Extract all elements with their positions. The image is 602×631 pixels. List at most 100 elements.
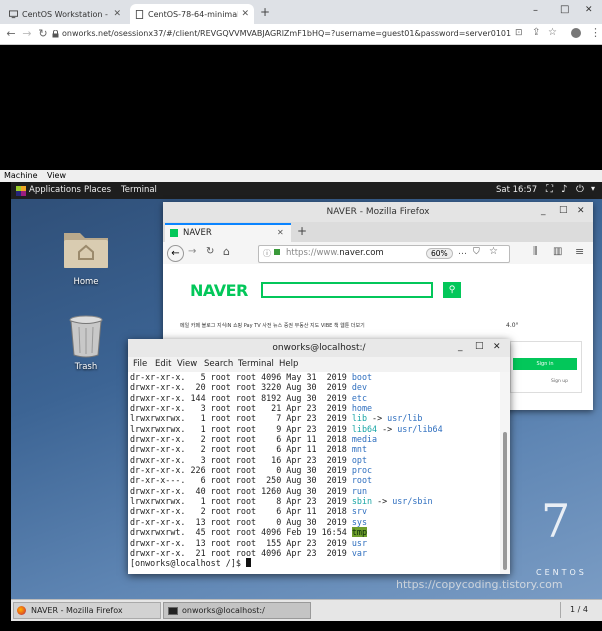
terminal-menu-search[interactable]: Search bbox=[204, 359, 233, 369]
nav-item[interactable]: TV bbox=[254, 323, 260, 329]
url-bar[interactable]: onworks.net/osessionx37/#/client/REVGQVV… bbox=[62, 29, 511, 38]
nav-item[interactable]: VIBE bbox=[321, 323, 332, 329]
new-tab-button[interactable]: + bbox=[297, 224, 307, 238]
browser-tab[interactable]: CentOS Workstation - Online in ✕ bbox=[4, 4, 126, 24]
centos-logo-digit: 7 bbox=[541, 494, 571, 548]
vm-menu-view[interactable]: View bbox=[47, 171, 66, 180]
close-button[interactable]: ✕ bbox=[493, 342, 501, 352]
link-target: usr/sbin bbox=[392, 496, 433, 507]
nav-item[interactable]: 카페 bbox=[191, 323, 200, 329]
terminal-line: drwxrwxrwt. 45 root root 4096 Feb 19 16:… bbox=[130, 527, 500, 538]
login-button[interactable]: Sign in bbox=[513, 358, 577, 370]
terminal-icon bbox=[168, 607, 178, 615]
maximize-button[interactable]: □ bbox=[559, 205, 568, 215]
share-icon[interactable]: ⇪ bbox=[532, 27, 540, 38]
bookmark-star-icon[interactable]: ☆ bbox=[489, 246, 498, 257]
nav-item[interactable]: 웹툰 bbox=[340, 323, 349, 329]
home-icon[interactable]: ⌂ bbox=[223, 245, 230, 258]
nav-item[interactable]: 증권 bbox=[284, 323, 293, 329]
translate-icon[interactable]: ⊡ bbox=[515, 28, 523, 38]
info-icon[interactable]: ⓘ bbox=[263, 248, 271, 259]
terminal-app-menu[interactable]: Terminal bbox=[121, 185, 157, 195]
file-name: mnt bbox=[351, 444, 367, 455]
link-arrow: -> bbox=[377, 423, 398, 434]
firefox-tab[interactable]: NAVER ✕ bbox=[165, 223, 291, 242]
minimize-button[interactable]: – bbox=[533, 5, 538, 16]
forward-icon[interactable]: → bbox=[188, 246, 196, 257]
maximize-button[interactable]: □ bbox=[475, 341, 484, 351]
nav-item[interactable]: 부동산 bbox=[295, 323, 309, 329]
reload-icon[interactable]: ↻ bbox=[206, 246, 214, 257]
firefox-url-bar[interactable]: ⓘ https://www.naver.com 60% … ⛉ ☆ bbox=[258, 245, 510, 263]
terminal-menu-terminal[interactable]: Terminal bbox=[238, 359, 274, 369]
profile-avatar[interactable] bbox=[571, 28, 581, 38]
tab-title: CentOS Workstation - Online in bbox=[22, 9, 110, 19]
nav-item[interactable]: 지도 bbox=[310, 323, 319, 329]
nav-item[interactable]: 책 bbox=[334, 323, 339, 329]
nav-item[interactable]: 블로그 bbox=[202, 323, 216, 329]
terminal-line: dr-xr-xr-x. 13 root root 0 Aug 30 2019 s… bbox=[130, 517, 500, 527]
clock[interactable]: Sat 16:57 bbox=[496, 185, 537, 195]
weather-temp: 4.0° bbox=[506, 322, 519, 329]
terminal-menu-help[interactable]: Help bbox=[279, 359, 298, 369]
nav-item[interactable]: 뉴스 bbox=[273, 323, 282, 329]
nav-item[interactable]: 사전 bbox=[262, 323, 271, 329]
sign-up-link[interactable]: Sign up bbox=[551, 379, 568, 384]
terminal-menu-edit[interactable]: Edit bbox=[155, 359, 171, 369]
close-tab-icon[interactable]: ✕ bbox=[113, 9, 121, 19]
firefox-titlebar[interactable]: NAVER - Mozilla Firefox _ □ ✕ bbox=[163, 202, 593, 222]
naver-logo[interactable]: NAVER bbox=[190, 281, 248, 300]
nav-item[interactable]: 더보기 bbox=[351, 323, 365, 329]
naver-search-button[interactable]: ⚲ bbox=[443, 282, 461, 298]
applications-menu[interactable]: Applications bbox=[29, 185, 81, 195]
home-folder-icon[interactable] bbox=[61, 223, 111, 273]
maximize-button[interactable]: □ bbox=[560, 4, 569, 15]
zoom-indicator[interactable]: 60% bbox=[426, 248, 453, 259]
hamburger-menu-icon[interactable]: ≡ bbox=[575, 245, 584, 258]
terminal-line: dr-xr-xr-x. 5 root root 4096 May 31 2019… bbox=[130, 372, 500, 382]
close-tab-icon[interactable]: ✕ bbox=[277, 228, 284, 237]
bookmark-star-icon[interactable]: ☆ bbox=[548, 27, 557, 38]
back-icon[interactable]: ← bbox=[4, 27, 18, 41]
minimize-button[interactable]: _ bbox=[458, 342, 463, 352]
terminal-window-title: onworks@localhost:/ bbox=[272, 343, 366, 353]
firefox-window-title: NAVER - Mozilla Firefox bbox=[326, 207, 430, 217]
reload-icon[interactable]: ↻ bbox=[36, 27, 50, 41]
nav-item[interactable]: 메일 bbox=[180, 323, 189, 329]
minimize-button[interactable]: _ bbox=[541, 206, 546, 216]
terminal-prompt: [onworks@localhost /]$ bbox=[130, 558, 246, 569]
terminal-prompt-line[interactable]: [onworks@localhost /]$ bbox=[130, 558, 500, 568]
terminal-scrollbar[interactable] bbox=[500, 372, 510, 574]
back-icon[interactable]: ← bbox=[167, 245, 184, 262]
browser-tab-active[interactable]: CentOS-78-64-minimal1 (guest ✕ bbox=[130, 4, 254, 24]
naver-search-input[interactable] bbox=[261, 282, 433, 298]
trash-icon[interactable] bbox=[67, 314, 105, 358]
places-menu[interactable]: Places bbox=[84, 185, 111, 195]
library-icon[interactable]: ⫼ bbox=[533, 246, 538, 257]
network-icon[interactable]: ⛶ bbox=[546, 184, 553, 195]
close-button[interactable]: ✕ bbox=[577, 206, 585, 216]
close-window-button[interactable]: ✕ bbox=[585, 5, 593, 15]
volume-icon[interactable]: ♪ bbox=[561, 184, 567, 195]
scrollbar-thumb[interactable] bbox=[503, 432, 507, 570]
workspace-switcher[interactable]: 1 / 4 bbox=[560, 602, 597, 618]
system-menu-arrow-icon[interactable]: ▾ bbox=[591, 184, 595, 193]
more-icon[interactable]: … bbox=[458, 247, 467, 257]
pocket-icon[interactable]: ⛉ bbox=[473, 247, 480, 257]
terminal-titlebar[interactable]: onworks@localhost:/ _ □ ✕ bbox=[128, 339, 510, 357]
menu-icon[interactable]: ⋮ bbox=[590, 26, 601, 39]
taskbar-item-terminal[interactable]: onworks@localhost:/ bbox=[163, 602, 311, 619]
terminal-menu-file[interactable]: File bbox=[133, 359, 147, 369]
terminal-menu-view[interactable]: View bbox=[177, 359, 197, 369]
nav-item[interactable]: 쇼핑 bbox=[233, 323, 242, 329]
nav-item[interactable]: Pay bbox=[244, 323, 253, 329]
forward-icon[interactable]: → bbox=[20, 27, 34, 41]
nav-item[interactable]: 지식iN bbox=[217, 323, 231, 329]
new-tab-button[interactable]: + bbox=[260, 5, 270, 19]
close-tab-icon[interactable]: ✕ bbox=[241, 9, 249, 19]
vm-menu-machine[interactable]: Machine bbox=[4, 171, 38, 180]
taskbar-item-firefox[interactable]: NAVER - Mozilla Firefox bbox=[13, 602, 161, 619]
power-icon[interactable]: ⏻ bbox=[576, 184, 584, 195]
terminal-output[interactable]: dr-xr-xr-x. 5 root root 4096 May 31 2019… bbox=[128, 372, 500, 574]
sidebar-icon[interactable]: ▥ bbox=[553, 246, 562, 257]
